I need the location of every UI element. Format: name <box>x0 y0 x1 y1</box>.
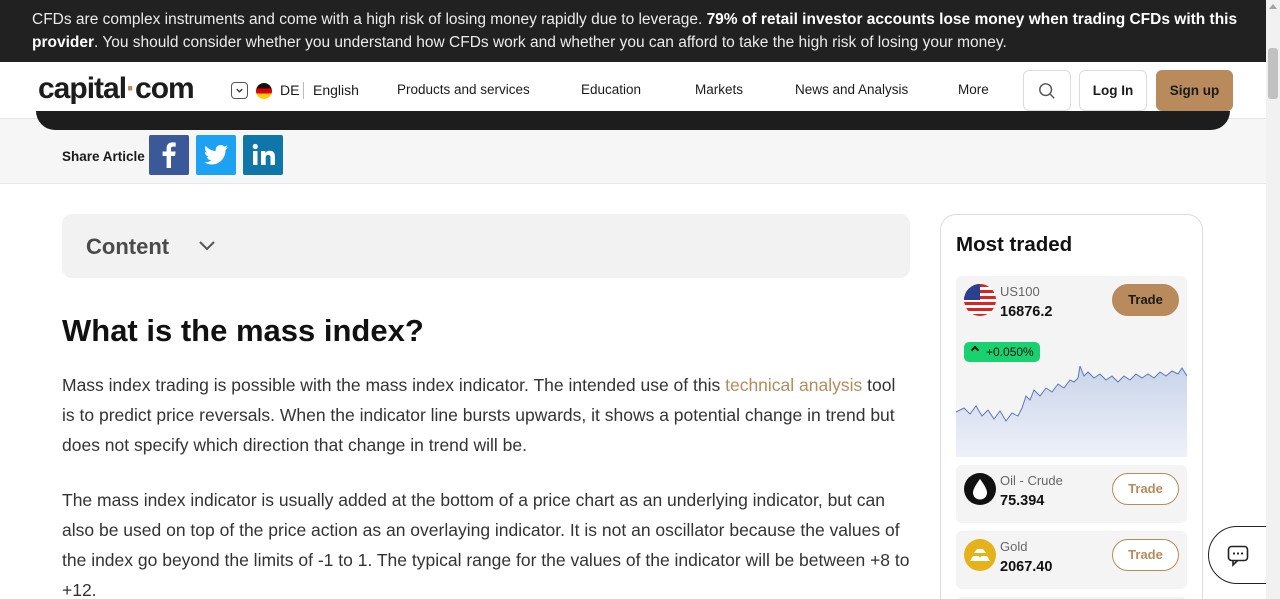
nav-more[interactable]: More <box>958 82 989 97</box>
twitter-share-button[interactable] <box>196 135 236 175</box>
share-article-label: Share Article <box>62 149 145 164</box>
logo-text-2: com <box>135 72 195 105</box>
gold-bars-icon <box>964 539 996 571</box>
twitter-icon <box>204 145 228 165</box>
content-toggle-label: Content <box>86 234 170 259</box>
login-button[interactable]: Log In <box>1079 70 1147 111</box>
instrument-price: 16876.2 <box>1000 304 1053 320</box>
nav-markets[interactable]: Markets <box>695 82 743 97</box>
language-dropdown-icon[interactable] <box>231 82 248 99</box>
search-button[interactable] <box>1023 70 1071 111</box>
trade-button[interactable]: Trade <box>1112 539 1179 571</box>
scrollbar-thumb[interactable] <box>1268 48 1278 99</box>
risk-text-start: CFDs are complex instruments and come wi… <box>32 11 707 28</box>
search-icon <box>1039 83 1055 99</box>
nav-news-and-analysis[interactable]: News and Analysis <box>795 82 908 97</box>
article-heading: What is the mass index? <box>62 313 424 348</box>
table-of-contents-toggle[interactable]: Content <box>62 214 910 278</box>
hero-bottom-edge <box>36 111 1230 130</box>
facebook-share-button[interactable] <box>149 135 189 175</box>
signup-button[interactable]: Sign up <box>1156 70 1233 111</box>
article-paragraph-2: The mass index indicator is usually adde… <box>62 490 910 599</box>
oil-drop-shape <box>973 479 987 500</box>
instrument-card-gold[interactable]: Gold 2067.40 Trade <box>956 531 1187 589</box>
scroll-up-arrow-icon[interactable] <box>1269 4 1277 9</box>
price-change-value: +0.050% <box>986 345 1034 359</box>
nav-education[interactable]: Education <box>581 82 641 97</box>
instrument-name: Gold <box>1000 539 1028 554</box>
instrument-price: 75.394 <box>1000 493 1045 509</box>
language-separator <box>303 82 304 99</box>
risk-text-end: . You should consider whether you unders… <box>94 34 1007 51</box>
chat-icon <box>1227 545 1249 567</box>
technical-analysis-link[interactable]: technical analysis <box>725 375 862 395</box>
instrument-name: Oil - Crude <box>1000 473 1063 488</box>
article-paragraph-1: Mass index trading is possible with the … <box>62 370 912 460</box>
instrument-name: US100 <box>1000 284 1040 299</box>
us-flag-icon <box>964 284 996 316</box>
paragraph-1-start: Mass index trading is possible with the … <box>62 375 726 395</box>
price-change-badge: +0.050% <box>964 342 1040 362</box>
arrow-up-icon <box>970 345 980 355</box>
facebook-icon <box>162 142 176 168</box>
oil-drop-icon <box>964 473 996 505</box>
logo-text-1: capital <box>38 72 127 105</box>
capital-com-logo[interactable]: capital·com <box>38 72 195 106</box>
region-code[interactable]: DE <box>280 82 299 98</box>
gold-bars-shape <box>970 549 990 561</box>
page-scrollbar[interactable] <box>1266 0 1280 599</box>
most-traded-widget: Most traded US100 16876.2 Trade +0.050% … <box>940 214 1203 599</box>
linkedin-icon <box>252 143 275 165</box>
chevron-down-icon <box>236 88 243 93</box>
linkedin-share-button[interactable] <box>243 135 283 175</box>
instrument-card-us100[interactable]: US100 16876.2 Trade +0.050% <box>956 276 1187 457</box>
logo-dot: · <box>126 72 136 105</box>
trade-button[interactable]: Trade <box>1112 284 1179 316</box>
instrument-card-oil-crude[interactable]: Oil - Crude 75.394 Trade <box>956 465 1187 523</box>
chevron-down-icon <box>199 241 215 251</box>
instrument-price: 2067.40 <box>1000 559 1053 575</box>
nav-products-and-services[interactable]: Products and services <box>397 82 530 97</box>
most-traded-title: Most traded <box>956 233 1073 256</box>
trade-button[interactable]: Trade <box>1112 473 1179 505</box>
germany-flag-icon[interactable] <box>256 83 272 99</box>
language-selector[interactable]: English <box>313 82 359 98</box>
price-sparkline <box>956 366 1187 457</box>
risk-warning-banner: CFDs are complex instruments and come wi… <box>0 0 1280 62</box>
